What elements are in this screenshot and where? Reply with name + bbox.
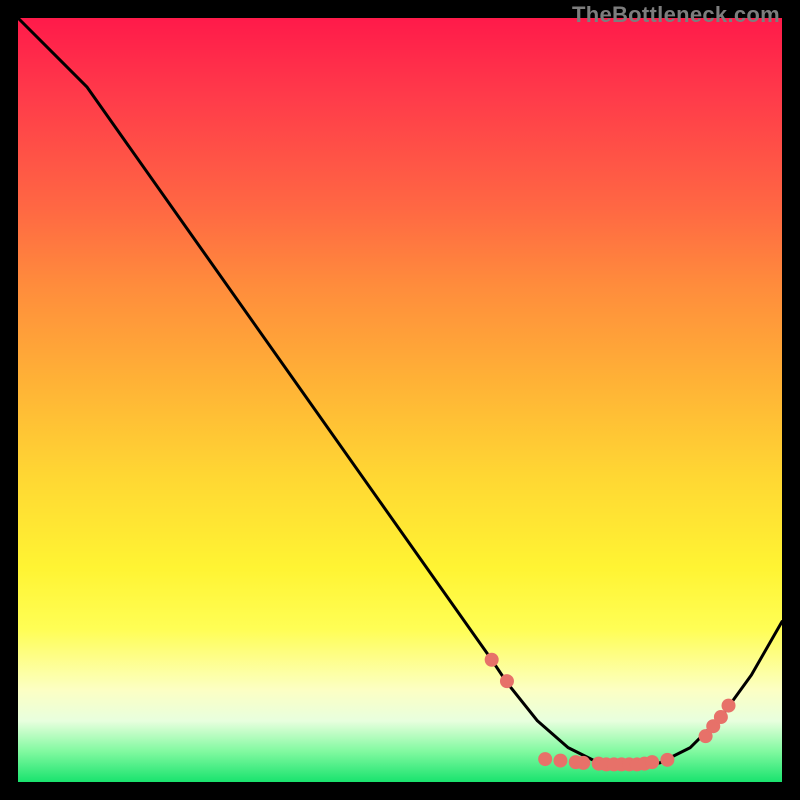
data-dot [722, 699, 736, 713]
data-dot [538, 752, 552, 766]
chart-svg [18, 18, 782, 782]
data-dot [553, 754, 567, 768]
data-dot [660, 753, 674, 767]
chart-frame: TheBottleneck.com [0, 0, 800, 800]
data-dots [485, 653, 736, 772]
bottleneck-curve [18, 18, 782, 767]
data-dot [576, 756, 590, 770]
data-dot [714, 710, 728, 724]
data-dot [485, 653, 499, 667]
data-dot [500, 674, 514, 688]
data-dot [645, 755, 659, 769]
